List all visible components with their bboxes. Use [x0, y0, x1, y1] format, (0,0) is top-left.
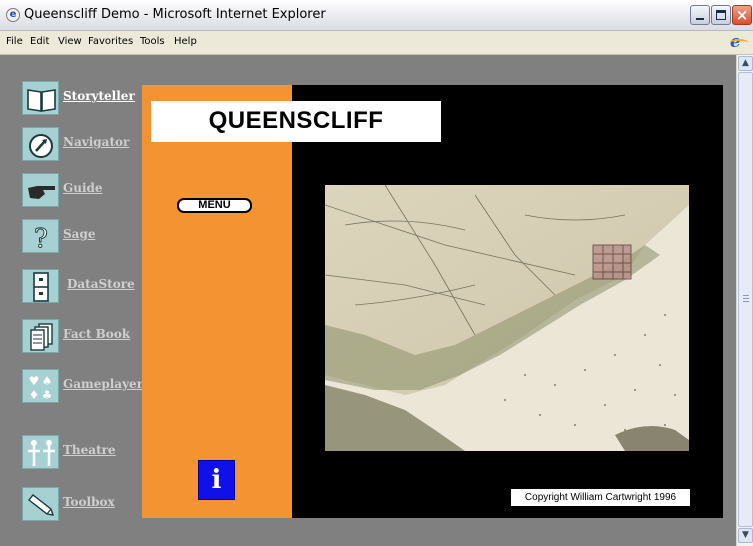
- sidebar-label-toolbox: Toolbox: [63, 495, 115, 509]
- compass-icon: [22, 127, 59, 161]
- question-mark-icon: ?: [22, 219, 59, 253]
- minimize-icon: [696, 18, 704, 20]
- svg-text:♠: ♠: [42, 374, 53, 388]
- close-icon: ×: [735, 6, 749, 24]
- filing-cabinet-icon: [22, 269, 59, 303]
- historic-map-image: [325, 185, 689, 451]
- menu-favorites[interactable]: Favorites: [88, 36, 133, 47]
- scroll-up-button[interactable]: ▲: [738, 56, 753, 71]
- pencil-icon: [22, 487, 59, 521]
- card-suits-icon: ♥ ♠ ♦ ♣: [22, 369, 59, 403]
- sidebar-label-gameplayer: Gameplayer: [63, 377, 144, 391]
- scroll-thumb[interactable]: [738, 72, 753, 527]
- window-title-bar[interactable]: e Queenscliff Demo - Microsoft Internet …: [0, 0, 753, 31]
- svg-text:♣: ♣: [42, 388, 53, 402]
- sidebar-label-fact-book: Fact Book: [63, 327, 131, 341]
- menu-edit[interactable]: Edit: [30, 36, 49, 47]
- vertical-scrollbar[interactable]: ▲ ▼: [736, 55, 753, 546]
- book-icon: [22, 81, 59, 115]
- figures-icon: [22, 435, 59, 469]
- stacked-pages-icon: [22, 319, 59, 353]
- page-title: QUEENSCLIFF: [208, 107, 384, 134]
- info-button[interactable]: i: [198, 460, 235, 500]
- orange-panel: [142, 85, 292, 518]
- sidebar-label-guide: Guide: [63, 181, 103, 195]
- menu-bar: File Edit View Favorites Tools Help: [0, 31, 753, 55]
- minimize-button[interactable]: [690, 5, 710, 25]
- maximize-icon: [716, 10, 726, 20]
- scroll-grip-icon: [743, 295, 749, 302]
- scroll-down-button[interactable]: ▼: [738, 528, 753, 543]
- pointing-hand-icon: [22, 173, 59, 207]
- sidebar-label-theatre: Theatre: [63, 443, 116, 457]
- svg-text:?: ?: [34, 224, 48, 252]
- window-title: Queenscliff Demo - Microsoft Internet Ex…: [24, 7, 326, 22]
- ie-page-icon: e: [6, 8, 20, 22]
- menu-button[interactable]: MENU: [177, 198, 252, 213]
- sidebar-label-datastore: DataStore: [67, 277, 135, 291]
- menu-help[interactable]: Help: [174, 36, 197, 47]
- sidebar-label-navigator: Navigator: [63, 135, 130, 149]
- title-banner: QUEENSCLIFF: [151, 101, 441, 142]
- menu-tools[interactable]: Tools: [140, 36, 165, 47]
- copyright-notice: Copyright William Cartwright 1996: [511, 489, 690, 506]
- maximize-button[interactable]: [711, 5, 731, 25]
- svg-text:♦: ♦: [29, 388, 40, 402]
- svg-text:♥: ♥: [29, 374, 40, 388]
- page-content: Storyteller Navigator Guide ? Sage DataS…: [0, 55, 736, 546]
- menu-view[interactable]: View: [58, 36, 82, 47]
- sidebar-label-sage: Sage: [63, 227, 96, 241]
- sidebar-label-storyteller: Storyteller: [63, 89, 135, 103]
- ie-logo-icon: e: [730, 33, 748, 51]
- close-button[interactable]: ×: [732, 5, 752, 25]
- menu-file[interactable]: File: [6, 36, 23, 47]
